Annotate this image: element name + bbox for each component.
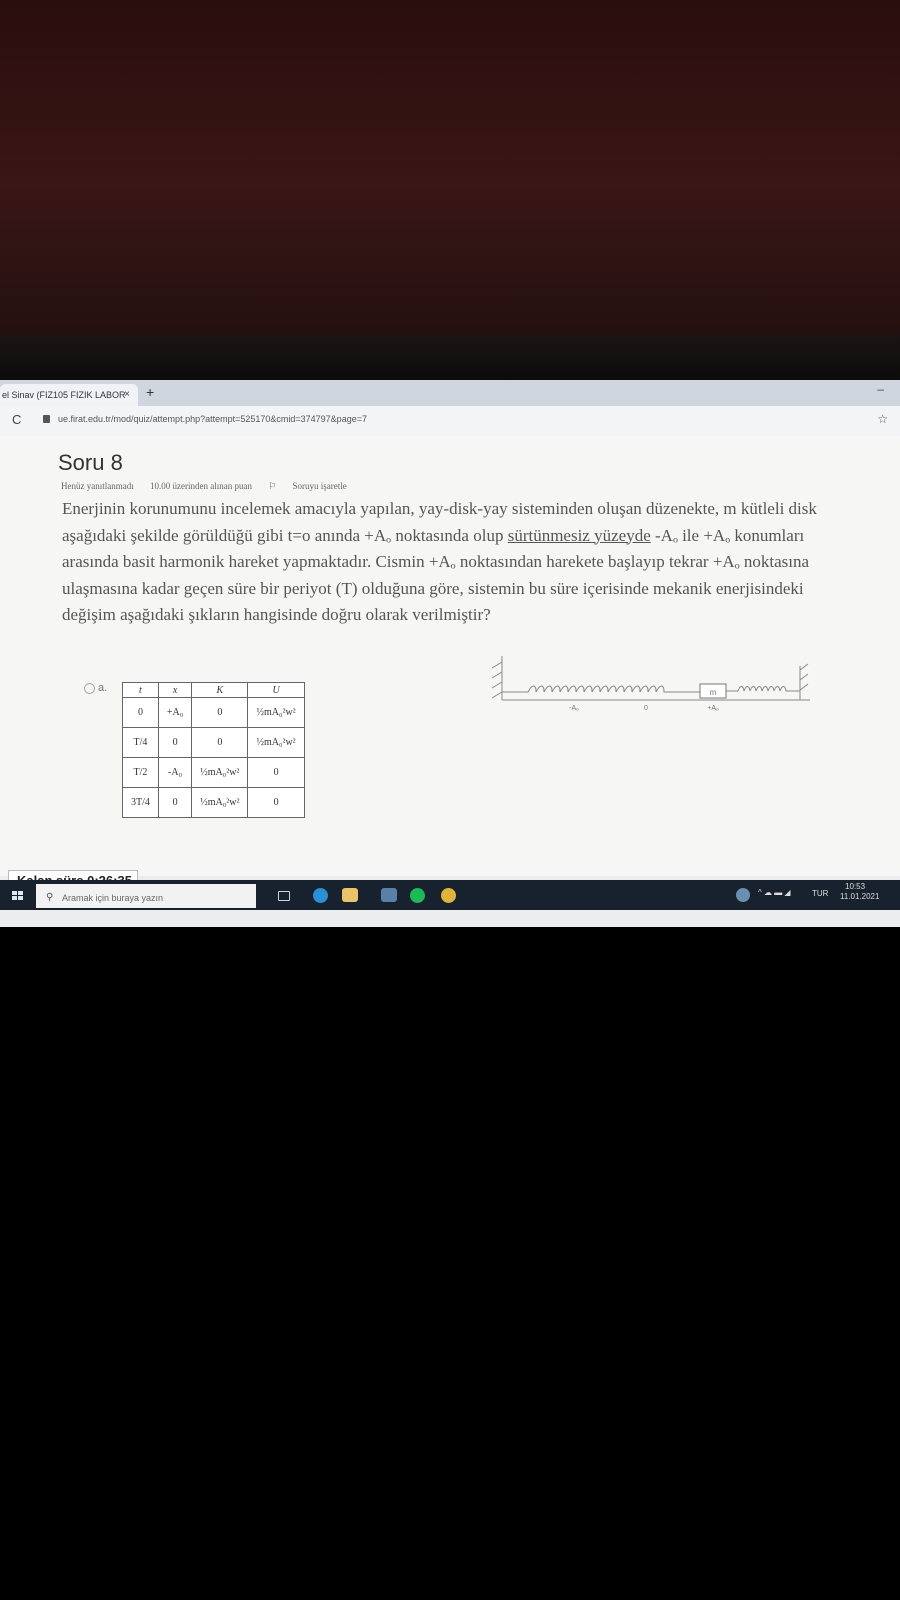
- clock-date[interactable]: 11.01.2021: [840, 892, 879, 901]
- table-cell: T/2: [122, 757, 159, 788]
- question-status: Henüz yanıtlanmadı: [61, 481, 134, 491]
- monitor-bezel: [0, 335, 900, 380]
- option-a[interactable]: a.: [84, 682, 107, 694]
- table-header-row: t x K U: [122, 682, 305, 698]
- table-row: T/2 -A₀ ½mA₀²w² 0: [122, 757, 305, 788]
- table-row: 3T/4 0 ½mA₀²w² 0: [122, 787, 305, 818]
- tray-app-icon[interactable]: [736, 888, 750, 902]
- right-wall: [799, 663, 809, 700]
- table-header: K: [191, 682, 249, 698]
- table-cell: ½mA₀²w²: [191, 757, 249, 788]
- flag-label: Soruyu işaretle: [292, 481, 347, 491]
- monitor-screen: el Sinav (FIZ105 FIZIK LABOR × + – C ue.…: [0, 380, 900, 927]
- energy-table: t x K U 0 +A₀ 0 ½mA₀²w² T/4 0 0 ½mA₀²w² …: [122, 682, 305, 818]
- right-spring: [726, 686, 800, 692]
- table-cell: 0: [247, 757, 305, 788]
- task-view-icon[interactable]: [278, 891, 290, 901]
- chrome-icon[interactable]: [441, 888, 456, 903]
- table-cell: +A₀: [157, 697, 193, 728]
- table-header: t: [122, 682, 159, 698]
- mass-label: m: [710, 688, 717, 697]
- tab-close-icon[interactable]: ×: [124, 384, 130, 406]
- tab-title: el Sinav (FIZ105 FIZIK LABOR: [2, 390, 126, 400]
- table-cell: T/4: [122, 727, 159, 758]
- lock-icon: [43, 415, 50, 423]
- spring-mass-diagram: m -Aₒ 0 +Aₒ: [491, 656, 810, 712]
- new-tab-button[interactable]: +: [146, 384, 154, 400]
- tab-exam[interactable]: el Sinav (FIZ105 FIZIK LABOR ×: [0, 384, 138, 406]
- file-explorer-icon[interactable]: [342, 888, 358, 902]
- option-a-label: a.: [98, 682, 108, 694]
- table-header: U: [247, 682, 305, 698]
- store-icon[interactable]: [381, 888, 397, 902]
- table-cell: ½mA₀²w²: [191, 787, 249, 818]
- label-zero: 0: [644, 705, 648, 712]
- left-spring: [502, 685, 700, 693]
- language-indicator[interactable]: TUR: [812, 889, 828, 898]
- table-cell: ½mA₀²w²: [247, 727, 305, 758]
- table-cell: 0: [247, 787, 305, 818]
- url-field[interactable]: ue.firat.edu.tr/mod/quiz/attempt.php?att…: [58, 414, 367, 424]
- tab-bar: el Sinav (FIZ105 FIZIK LABOR × + –: [0, 380, 900, 406]
- table-cell: 0: [191, 727, 249, 758]
- tray-icons[interactable]: ^ ☁ ▬ ◢: [758, 888, 791, 897]
- table-cell: 3T/4: [122, 787, 159, 818]
- table-cell: -A₀: [157, 757, 193, 788]
- table-header: x: [157, 682, 193, 698]
- table-cell: 0: [157, 787, 193, 818]
- reload-icon[interactable]: C: [12, 412, 21, 427]
- room-background: [0, 0, 900, 335]
- table-cell: 0: [191, 697, 249, 728]
- address-bar: C ue.firat.edu.tr/mod/quiz/attempt.php?a…: [0, 406, 900, 437]
- table-row: T/4 0 0 ½mA₀²w²: [122, 727, 305, 758]
- edge-icon[interactable]: [313, 888, 328, 903]
- table-cell: 0: [122, 697, 159, 728]
- search-icon: ⚲: [46, 892, 54, 903]
- label-plus-a: +Aₒ: [707, 705, 719, 712]
- minimize-button[interactable]: –: [877, 382, 884, 396]
- option-a-radio[interactable]: [84, 682, 95, 694]
- question-text: Enerjinin korunumunu incelemek amacıyla …: [62, 496, 832, 629]
- taskbar: ⚲ Aramak için buraya yazın ^ ☁ ▬ ◢ TUR 1…: [0, 880, 900, 910]
- table-row: 0 +A₀ 0 ½mA₀²w²: [122, 697, 305, 728]
- left-wall: [491, 656, 503, 700]
- question-title: Soru 8: [58, 450, 123, 475]
- question-points: 10.00 üzerinden alınan puan: [149, 481, 252, 491]
- windows-start-icon[interactable]: [12, 891, 24, 901]
- bottom-dark-area: [0, 927, 900, 1600]
- label-minus-a: -Aₒ: [569, 705, 579, 712]
- clock-time[interactable]: 10:53: [845, 882, 865, 891]
- bookmark-star-icon[interactable]: ☆: [877, 412, 888, 426]
- taskbar-search[interactable]: ⚲ Aramak için buraya yazın: [36, 884, 256, 908]
- spotify-icon[interactable]: [410, 888, 425, 903]
- table-cell: 0: [157, 727, 193, 758]
- question-meta: Henüz yanıtlanmadı 10.00 üzerinden alına…: [61, 481, 375, 492]
- taskbar-search-placeholder: Aramak için buraya yazın: [62, 893, 164, 903]
- question-text-underlined: sürtünmesiz yüzeyde: [507, 525, 651, 545]
- flag-icon: ⚐: [268, 481, 279, 491]
- flag-question-link[interactable]: ⚐ Soruyu işaretle: [268, 481, 361, 491]
- table-cell: ½mA₀²w²: [247, 697, 305, 728]
